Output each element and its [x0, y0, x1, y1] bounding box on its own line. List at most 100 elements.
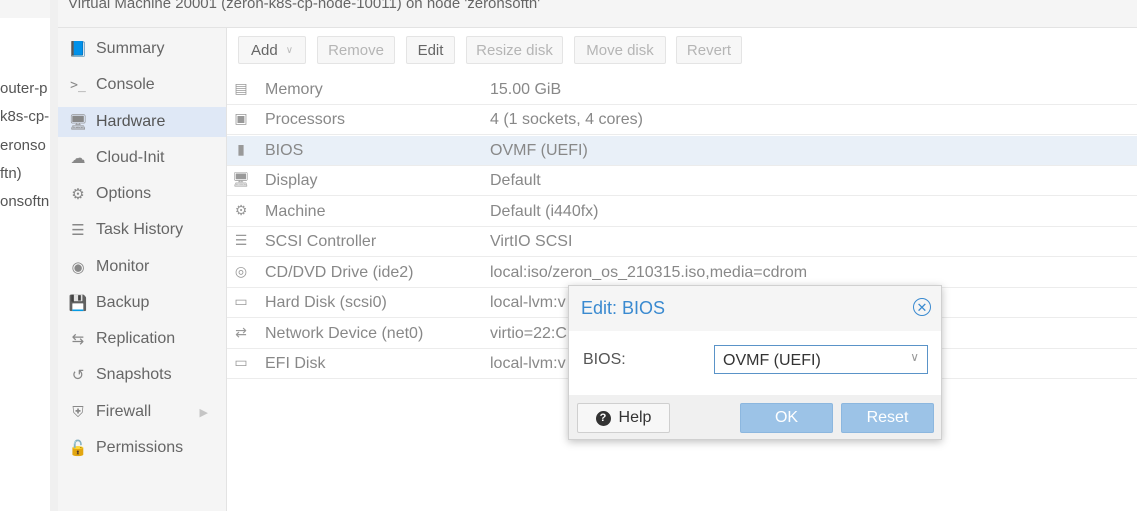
- retweet-icon: ⇆: [71, 331, 85, 348]
- remove-label: Remove: [328, 41, 384, 59]
- ok-button[interactable]: OK: [740, 403, 833, 433]
- hardware-row-display[interactable]: 🖥 Display Default: [227, 166, 1137, 196]
- hdd-icon: ▭: [234, 354, 248, 370]
- hdd-icon: ▭: [234, 293, 248, 309]
- panel-title-bar: Virtual Machine 20001 (zeron-k8s-cp-node…: [58, 0, 1137, 28]
- dialog-title: Edit: BIOS: [581, 298, 666, 318]
- resize-disk-button[interactable]: Resize disk: [466, 36, 563, 64]
- terminal-icon: >_: [70, 77, 86, 93]
- dialog-body: BIOS: OVMF (UEFI) ∨: [569, 331, 941, 395]
- nav-options[interactable]: ⚙ Options: [58, 179, 226, 209]
- monitor-icon: 🖥: [68, 114, 88, 131]
- chevron-right-icon[interactable]: ▶: [200, 406, 208, 419]
- row-value: OVMF (UEFI): [490, 142, 588, 159]
- edit-button[interactable]: Edit: [406, 36, 455, 64]
- nav-permissions[interactable]: 🔓 Permissions: [58, 433, 226, 463]
- nav-task-history[interactable]: ☰ Task History: [58, 215, 226, 245]
- row-value: virtio=22:C: [490, 325, 567, 342]
- nav-label: Cloud-Init: [96, 149, 165, 166]
- floppy-icon: 💾: [68, 295, 88, 312]
- nav-console[interactable]: >_ Console: [58, 70, 226, 100]
- row-value: VirtIO SCSI: [490, 233, 573, 250]
- tree-item[interactable]: k8s-cp-: [0, 108, 49, 125]
- chevron-down-icon: ∨: [285, 44, 294, 56]
- nav-backup[interactable]: 💾 Backup: [58, 288, 226, 318]
- row-value: Default: [490, 172, 541, 189]
- nav-label: Task History: [96, 221, 184, 238]
- nav-hardware[interactable]: 🖥 Hardware: [58, 107, 226, 137]
- cogs-icon: ⚙: [234, 202, 248, 218]
- cpu-icon: ▣: [234, 110, 248, 126]
- nav-summary[interactable]: 📘 Summary: [58, 34, 226, 64]
- bios-select[interactable]: OVMF (UEFI) ∨: [714, 345, 928, 374]
- row-name: CD/DVD Drive (ide2): [265, 264, 414, 281]
- revert-label: Revert: [686, 41, 732, 59]
- nav-monitor[interactable]: ◉ Monitor: [58, 252, 226, 282]
- row-name: Hard Disk (scsi0): [265, 294, 387, 311]
- row-name: EFI Disk: [265, 355, 326, 372]
- hardware-row-machine[interactable]: ⚙ Machine Default (i440fx): [227, 197, 1137, 227]
- row-name: Display: [265, 172, 318, 189]
- panel-title: Virtual Machine 20001 (zeron-k8s-cp-node…: [68, 0, 541, 12]
- cloud-icon: ☁: [70, 150, 86, 167]
- bios-field-label: BIOS:: [583, 351, 626, 368]
- add-button[interactable]: Add ∨: [238, 36, 306, 64]
- history-icon: ↺: [71, 367, 85, 384]
- nav-label: Monitor: [96, 258, 150, 275]
- dialog-header[interactable]: Edit: BIOS ✕: [569, 286, 941, 331]
- add-label: Add: [250, 41, 278, 59]
- hardware-row-processors[interactable]: ▣ Processors 4 (1 sockets, 4 cores): [227, 105, 1137, 135]
- resource-tree: outer-p k8s-cp- eronso ftn) onsoftn: [0, 0, 50, 511]
- nav-label: Backup: [96, 294, 150, 311]
- nav-label: Console: [96, 76, 155, 93]
- row-name: Network Device (net0): [265, 325, 424, 342]
- tree-item[interactable]: outer-p: [0, 80, 48, 97]
- nav-firewall[interactable]: ⛨ Firewall ▶: [58, 397, 226, 427]
- tree-item[interactable]: ftn): [0, 165, 22, 182]
- row-value: local:iso/zeron_os_210315.iso,media=cdro…: [490, 264, 808, 281]
- chevron-down-icon[interactable]: ∨: [910, 350, 919, 364]
- nav-label: Summary: [96, 40, 165, 57]
- hardware-row-scsi-controller[interactable]: ☰ SCSI Controller VirtIO SCSI: [227, 227, 1137, 257]
- tree-item[interactable]: eronso: [0, 137, 46, 154]
- resize-label: Resize disk: [476, 41, 553, 59]
- nav-label: Firewall: [96, 403, 152, 420]
- row-name: BIOS: [265, 142, 304, 159]
- row-value: Default (i440fx): [490, 203, 599, 220]
- nav-label: Replication: [96, 330, 176, 347]
- row-name: SCSI Controller: [265, 233, 377, 250]
- row-value: 15.00 GiB: [490, 81, 562, 98]
- list-icon: ☰: [71, 222, 85, 239]
- chip-icon: ▮: [237, 141, 245, 157]
- hardware-toolbar: Add ∨ Remove Edit Resize disk Move disk …: [227, 28, 1137, 73]
- hardware-row-bios[interactable]: ▮ BIOS OVMF (UEFI): [227, 136, 1137, 166]
- desktop-icon: 🖥: [232, 171, 250, 187]
- eye-icon: ◉: [71, 259, 85, 276]
- move-disk-button[interactable]: Move disk: [574, 36, 666, 64]
- nav-label: Hardware: [96, 113, 166, 130]
- nav-replication[interactable]: ⇆ Replication: [58, 324, 226, 354]
- tree-header: [0, 0, 50, 18]
- revert-button[interactable]: Revert: [676, 36, 742, 64]
- nav-snapshots[interactable]: ↺ Snapshots: [58, 360, 226, 390]
- tree-item[interactable]: onsoftn: [0, 193, 49, 210]
- help-label: Help: [618, 409, 652, 426]
- move-label: Move disk: [586, 41, 654, 59]
- reset-button[interactable]: Reset: [841, 403, 934, 433]
- remove-button[interactable]: Remove: [317, 36, 395, 64]
- reset-label: Reset: [866, 409, 909, 426]
- hardware-row-memory[interactable]: ▤ Memory 15.00 GiB: [227, 75, 1137, 105]
- gear-icon: ⚙: [71, 186, 85, 203]
- row-name: Processors: [265, 111, 346, 128]
- hardware-row-cdrom[interactable]: ◎ CD/DVD Drive (ide2) local:iso/zeron_os…: [227, 258, 1137, 288]
- splitter[interactable]: [50, 0, 58, 511]
- nav-label: Options: [96, 185, 152, 202]
- ok-label: OK: [774, 409, 799, 426]
- help-button[interactable]: ? Help: [577, 403, 670, 433]
- nav-label: Permissions: [96, 439, 184, 456]
- close-icon[interactable]: ✕: [913, 298, 931, 316]
- edit-label: Edit: [417, 41, 444, 59]
- vm-sidenav: 📘 Summary >_ Console 🖥 Hardware ☁ Cloud-…: [58, 28, 227, 511]
- shield-icon: ⛨: [72, 403, 84, 421]
- nav-cloud-init[interactable]: ☁ Cloud-Init: [58, 143, 226, 173]
